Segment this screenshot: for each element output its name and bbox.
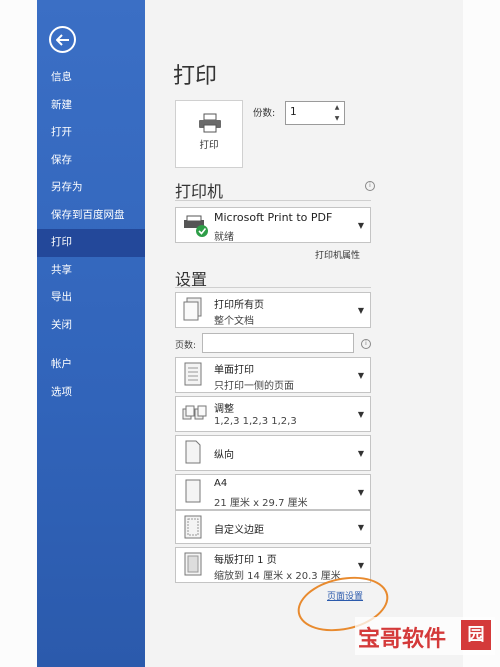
settings-divider [175, 287, 371, 288]
photo-border-left [0, 0, 37, 667]
print-button-label: 打印 [199, 140, 219, 151]
sides-dropdown[interactable]: 单面打印 只打印一侧的页面 ▼ [175, 357, 371, 393]
page-title: 打印 [173, 64, 218, 89]
printer-dropdown[interactable]: Microsoft Print to PDF 就绪 ▼ [175, 207, 371, 243]
printer-ready-icon [184, 215, 208, 237]
margins-dropdown[interactable]: 自定义边距 ▼ [175, 510, 371, 544]
chevron-down-icon: ▼ [357, 523, 364, 532]
spin-up-icon[interactable]: ▲ [332, 102, 342, 113]
pages-per-sheet-label: 每版打印 1 页 [214, 555, 277, 566]
nav-item-account[interactable]: 帐户 [37, 351, 145, 379]
backstage-sidebar: 信息 新建 打开 保存 另存为 保存到百度网盘 打印 共享 导出 关闭 帐户 选… [37, 0, 145, 667]
nav-item-save-to-baidu[interactable]: 保存到百度网盘 [37, 202, 145, 230]
nav-item-info[interactable]: 信息 [37, 64, 145, 92]
margins-label: 自定义边距 [214, 525, 264, 536]
margins-icon [184, 515, 202, 539]
spin-down-icon[interactable]: ▼ [332, 113, 342, 124]
nav-item-export[interactable]: 导出 [37, 284, 145, 312]
nav-item-new[interactable]: 新建 [37, 92, 145, 120]
copies-spinner[interactable]: ▲ ▼ [332, 102, 342, 124]
portrait-icon [185, 440, 201, 464]
nav-item-close[interactable]: 关闭 [37, 312, 145, 340]
chevron-down-icon: ▼ [357, 410, 364, 419]
orientation-dropdown[interactable]: 纵向 ▼ [175, 435, 371, 471]
sides-sub: 只打印一侧的页面 [214, 381, 294, 392]
copies-label: 份数: [253, 108, 276, 119]
watermark-text: 宝哥软件 [358, 627, 447, 652]
chevron-down-icon: ▼ [357, 561, 364, 570]
pages-label: 页数: [175, 341, 197, 351]
copies-input[interactable]: 1 ▲ ▼ [285, 101, 345, 125]
back-arrow-icon[interactable] [49, 26, 76, 53]
printer-name: Microsoft Print to PDF [214, 211, 333, 224]
chevron-down-icon: ▼ [357, 488, 364, 497]
chevron-down-icon: ▼ [357, 221, 364, 230]
printer-icon [199, 113, 221, 133]
pages-icon [183, 297, 202, 321]
print-pane: 打印 打印 份数: 1 ▲ ▼ 打印机 i Microsoft Print to… [145, 0, 463, 667]
watermark: 宝哥软件 园 [355, 617, 495, 655]
paper-size-dropdown[interactable]: A4 21 厘米 x 29.7 厘米 ▼ [175, 474, 371, 510]
printer-status: 就绪 [214, 232, 234, 243]
word-backstage-window: 信息 新建 打开 保存 另存为 保存到百度网盘 打印 共享 导出 关闭 帐户 选… [37, 0, 463, 667]
copies-value: 1 [290, 106, 297, 118]
print-range-label: 打印所有页 [214, 300, 264, 311]
print-button[interactable]: 打印 [175, 100, 243, 168]
collate-sub: 1,2,3 1,2,3 1,2,3 [214, 416, 297, 427]
print-range-dropdown[interactable]: 打印所有页 整个文档 ▼ [175, 292, 371, 328]
chevron-down-icon: ▼ [357, 371, 364, 380]
orientation-label: 纵向 [214, 450, 234, 461]
collate-label: 调整 [214, 404, 234, 415]
chevron-down-icon: ▼ [357, 449, 364, 458]
sides-label: 单面打印 [214, 365, 254, 376]
nav-item-open[interactable]: 打开 [37, 119, 145, 147]
paper-size-sub: 21 厘米 x 29.7 厘米 [214, 498, 308, 509]
backstage-nav: 信息 新建 打开 保存 另存为 保存到百度网盘 打印 共享 导出 关闭 帐户 选… [37, 64, 145, 406]
nav-item-options[interactable]: 选项 [37, 379, 145, 407]
nav-item-share[interactable]: 共享 [37, 257, 145, 285]
paper-size-label: A4 [214, 478, 228, 489]
watermark-seal: 园 [461, 620, 491, 650]
photo-border-right [463, 0, 500, 667]
nav-item-save[interactable]: 保存 [37, 147, 145, 175]
page-setup-link[interactable]: 页面设置 [327, 589, 363, 602]
single-sided-icon [184, 362, 202, 386]
pages-per-sheet-sub: 缩放到 14 厘米 x 20.3 厘米 [214, 571, 341, 582]
paper-size-icon [185, 479, 201, 503]
pages-info-icon[interactable]: i [361, 339, 371, 349]
pages-per-sheet-icon [184, 552, 202, 576]
printer-properties-link[interactable]: 打印机属性 [315, 248, 360, 261]
printer-divider [175, 200, 371, 201]
collate-dropdown[interactable]: 调整 1,2,3 1,2,3 1,2,3 ▼ [175, 396, 371, 432]
print-range-sub: 整个文档 [214, 316, 254, 327]
printer-info-icon[interactable]: i [365, 181, 375, 191]
chevron-down-icon: ▼ [357, 306, 364, 315]
collate-icon [182, 405, 207, 420]
printer-section-title: 打印机 [175, 182, 224, 201]
pages-input[interactable] [202, 333, 354, 353]
nav-item-save-as[interactable]: 另存为 [37, 174, 145, 202]
nav-item-print[interactable]: 打印 [37, 229, 145, 257]
